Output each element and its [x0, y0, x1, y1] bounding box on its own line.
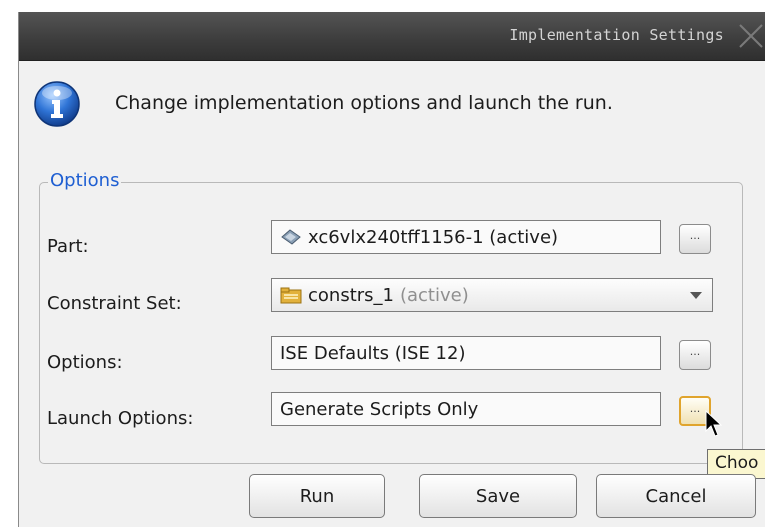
constraint-set-label: Constraint Set: — [47, 293, 182, 314]
part-browse-button[interactable]: ... — [679, 224, 711, 254]
cancel-button-label: Cancel — [645, 485, 707, 507]
constraint-set-dropdown[interactable]: constrs_1 (active) — [271, 278, 713, 312]
chip-icon — [281, 229, 301, 245]
launch-options-label: Launch Options: — [47, 408, 194, 429]
title-bar: Implementation Settings — [19, 12, 765, 61]
cancel-button[interactable]: Cancel — [596, 474, 756, 518]
chevron-down-icon — [690, 292, 702, 299]
launch-options-browse-label: ... — [689, 402, 701, 415]
header-message: Change implementation options and launch… — [115, 92, 613, 114]
implementation-settings-dialog: Implementation Settings Change implement… — [18, 12, 765, 527]
part-field: xc6vlx240tff1156-1 (active) — [271, 220, 661, 254]
window-title: Implementation Settings — [509, 26, 724, 44]
folder-icon — [280, 287, 302, 304]
options-browse-label: ... — [689, 345, 701, 358]
run-button[interactable]: Run — [249, 474, 385, 518]
constraint-set-status: (active) — [399, 284, 469, 306]
launch-options-value: Generate Scripts Only — [280, 398, 479, 420]
launch-options-field: Generate Scripts Only — [271, 392, 661, 426]
options-group-label: Options — [48, 170, 122, 191]
save-button[interactable]: Save — [419, 474, 577, 518]
part-value: xc6vlx240tff1156-1 (active) — [308, 226, 559, 248]
options-value: ISE Defaults (ISE 12) — [280, 342, 466, 364]
options-browse-button[interactable]: ... — [679, 340, 711, 370]
tooltip-text: Choo — [715, 453, 759, 473]
part-browse-label: ... — [689, 229, 701, 242]
constraint-set-value: constrs_1 — [308, 284, 394, 306]
run-button-label: Run — [299, 485, 335, 507]
part-label: Part: — [47, 236, 89, 257]
options-label: Options: — [47, 352, 123, 373]
info-icon — [34, 81, 80, 127]
close-icon[interactable] — [736, 21, 765, 51]
mouse-cursor-icon — [705, 410, 723, 437]
save-button-label: Save — [475, 485, 521, 507]
options-field: ISE Defaults (ISE 12) — [271, 336, 661, 370]
